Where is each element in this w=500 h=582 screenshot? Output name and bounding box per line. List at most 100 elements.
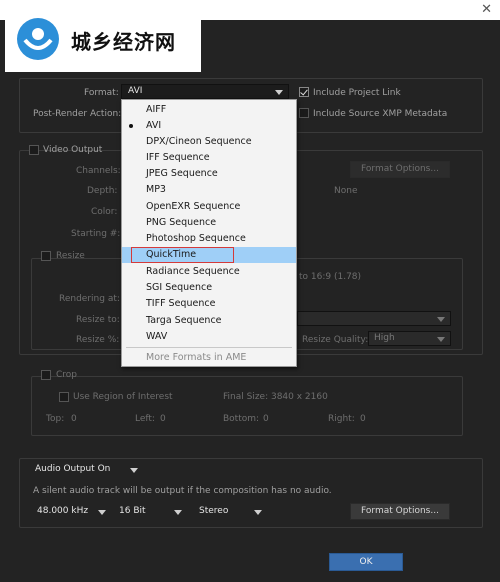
chevron-down-icon (174, 510, 182, 515)
crop-bottom-value[interactable]: 0 (263, 414, 269, 424)
dropdown-item-label: IFF Sequence (146, 152, 210, 163)
include-xmp-label: Include Source XMP Metadata (313, 109, 448, 119)
resize-quality-select[interactable]: High (368, 331, 451, 346)
crop-top-value[interactable]: 0 (71, 414, 77, 424)
checkbox-unchecked-icon (41, 370, 51, 380)
dropdown-item-label: Radiance Sequence (146, 266, 240, 277)
resize-label: Resize (56, 251, 85, 261)
highlight-annotation-box (131, 247, 234, 263)
dropdown-item[interactable]: JPEG Sequence (122, 166, 296, 182)
crop-left-label: Left: (135, 414, 155, 424)
dropdown-item[interactable]: DPX/Cineon Sequence (122, 134, 296, 150)
video-output-label: Video Output (43, 145, 103, 155)
resize-preset-select[interactable] (297, 311, 451, 326)
dropdown-item-label: WAV (146, 331, 168, 342)
dropdown-item[interactable]: Radiance Sequence (122, 264, 296, 280)
dropdown-item-label: AIFF (146, 104, 167, 115)
use-roi-label: Use Region of Interest (73, 392, 173, 402)
crop-panel (31, 376, 463, 436)
dropdown-item-highlighted[interactable]: QuickTime (122, 247, 296, 263)
resize-pct-label: Resize %: (76, 335, 120, 345)
aspect-ratio-text: to 16:9 (1.78) (299, 272, 362, 282)
checkbox-unchecked-icon (29, 145, 39, 155)
selected-bullet-icon (129, 124, 133, 128)
crop-right-label: Right: (328, 414, 355, 424)
dropdown-item[interactable]: PNG Sequence (122, 215, 296, 231)
chevron-down-icon (254, 510, 262, 515)
sample-rate-value: 48.000 kHz (37, 506, 89, 516)
ok-button[interactable]: OK (329, 553, 403, 571)
dropdown-item-label: JPEG Sequence (146, 168, 218, 179)
include-project-link-checkbox[interactable] (299, 87, 309, 100)
color-label: Color: (91, 207, 118, 217)
format-dropdown-menu: AIFF AVI DPX/Cineon Sequence IFF Sequenc… (121, 99, 297, 367)
include-xmp-checkbox[interactable] (299, 108, 309, 121)
dropdown-item[interactable]: WAV (122, 329, 296, 345)
audio-format-options-button[interactable]: Format Options... (350, 503, 450, 520)
dropdown-item[interactable]: MP3 (122, 182, 296, 198)
chevron-down-icon (98, 510, 106, 515)
dropdown-item-label: DPX/Cineon Sequence (146, 136, 252, 147)
globe-logo-icon (17, 18, 59, 60)
dropdown-item[interactable]: TIFF Sequence (122, 296, 296, 312)
format-label: Format: (84, 88, 119, 98)
video-format-options-button[interactable]: Format Options... (350, 161, 450, 178)
crop-left-value[interactable]: 0 (160, 414, 166, 424)
chevron-down-icon (437, 317, 445, 322)
checkbox-unchecked-icon (41, 251, 51, 261)
dropdown-separator (126, 347, 292, 348)
close-icon[interactable]: ✕ (481, 2, 492, 17)
dropdown-item[interactable]: OpenEXR Sequence (122, 199, 296, 215)
starting-label: Starting #: (71, 229, 121, 239)
audio-channels-select[interactable]: Stereo (195, 504, 267, 519)
format-select[interactable]: AVI (121, 84, 289, 99)
dropdown-item-selected[interactable]: AVI (122, 118, 296, 134)
chevron-down-icon (275, 90, 283, 95)
audio-output-select[interactable]: Audio Output On (31, 462, 143, 477)
video-output-checkbox[interactable] (29, 145, 39, 158)
audio-note: A silent audio track will be output if t… (33, 486, 332, 496)
dropdown-item[interactable]: AIFF (122, 102, 296, 118)
resize-checkbox[interactable] (41, 251, 51, 264)
dropdown-item-label: MP3 (146, 184, 166, 195)
depth-label: Depth: (87, 186, 118, 196)
dropdown-item[interactable]: Targa Sequence (122, 313, 296, 329)
watermark-text: 城乡经济网 (71, 30, 176, 54)
crop-top-label: Top: (46, 414, 65, 424)
dropdown-item-more-formats: More Formats in AME (122, 350, 296, 366)
bit-depth-select[interactable]: 16 Bit (115, 504, 187, 519)
channels-label: Channels: (76, 166, 121, 176)
checkbox-unchecked-icon (59, 392, 69, 402)
crop-bottom-label: Bottom: (223, 414, 260, 424)
dropdown-item-label: AVI (146, 120, 162, 131)
bit-depth-value: 16 Bit (119, 506, 146, 516)
watermark-logo: 城乡经济网 (5, 8, 201, 72)
checkbox-unchecked-icon (299, 108, 309, 118)
dropdown-item-label: OpenEXR Sequence (146, 201, 241, 212)
resize-quality-value: High (374, 333, 395, 343)
audio-output-value: Audio Output On (35, 464, 111, 474)
chevron-down-icon (437, 337, 445, 342)
dropdown-item-label: Targa Sequence (146, 315, 222, 326)
depth-value: None (334, 186, 358, 196)
final-size-text: Final Size: 3840 x 2160 (223, 392, 328, 402)
dropdown-item-label: TIFF Sequence (146, 298, 216, 309)
checkbox-checked-icon (299, 87, 309, 97)
post-render-label: Post-Render Action: (33, 109, 122, 119)
audio-channels-value: Stereo (199, 506, 229, 516)
dropdown-item[interactable]: Photoshop Sequence (122, 231, 296, 247)
crop-right-value[interactable]: 0 (360, 414, 366, 424)
format-select-value: AVI (128, 86, 143, 96)
include-project-link-label: Include Project Link (313, 88, 401, 98)
dropdown-item[interactable]: SGI Sequence (122, 280, 296, 296)
crop-label: Crop (56, 370, 78, 380)
crop-checkbox[interactable] (41, 370, 51, 383)
use-roi-checkbox[interactable] (59, 392, 69, 405)
dropdown-item-label: More Formats in AME (146, 352, 247, 363)
chevron-down-icon (130, 468, 138, 473)
dropdown-item-label: PNG Sequence (146, 217, 217, 228)
resize-to-label: Resize to: (76, 315, 120, 325)
sample-rate-select[interactable]: 48.000 kHz (33, 504, 111, 519)
dropdown-item[interactable]: IFF Sequence (122, 150, 296, 166)
resize-quality-label: Resize Quality: (302, 335, 369, 345)
